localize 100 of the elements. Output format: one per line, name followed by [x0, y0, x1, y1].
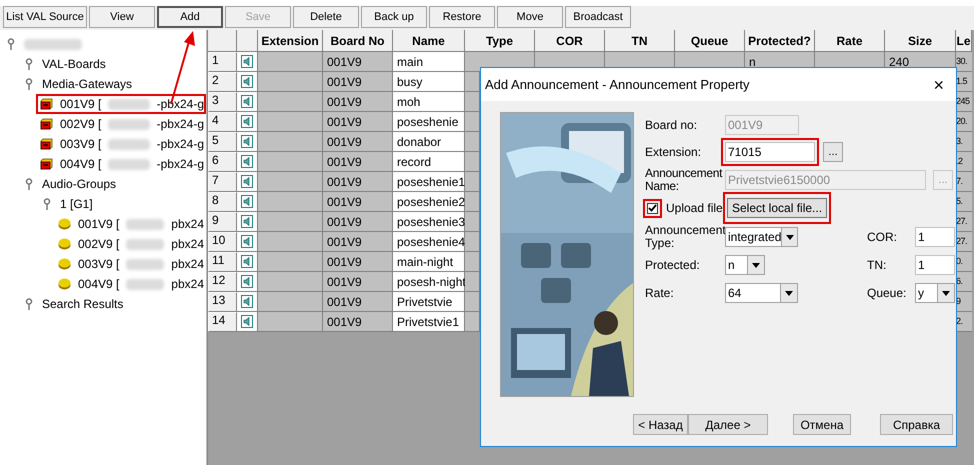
speaker-icon[interactable] [241, 115, 253, 128]
row-number[interactable]: 12 [208, 272, 237, 292]
dropdown[interactable]: y [915, 283, 955, 303]
disc-icon [58, 258, 71, 270]
speaker-icon[interactable] [241, 235, 253, 248]
row-number[interactable]: 7 [208, 172, 237, 192]
column-header[interactable]: Le [956, 30, 972, 52]
speaker-icon[interactable] [241, 215, 253, 228]
speaker-icon[interactable] [241, 315, 253, 328]
speaker-icon[interactable] [241, 75, 253, 88]
input-field[interactable]: 1 [915, 255, 955, 275]
tree-row[interactable]: 004V9 [ pbx24 [54, 274, 206, 294]
dropdown[interactable]: n [725, 255, 765, 275]
column-header[interactable]: TN [605, 30, 675, 52]
disc-icon [58, 238, 71, 250]
column-header[interactable]: Size [885, 30, 956, 52]
row-number[interactable]: 9 [208, 212, 237, 232]
tree-row[interactable]: 001V9 [ pbx24 [54, 214, 206, 234]
table-cell: 001V9 [323, 72, 393, 92]
tree-item-label: 002V9 [ [78, 236, 120, 253]
extension-field[interactable]: 71015 [725, 142, 815, 162]
tree-row[interactable]: Media-Gateways [18, 74, 206, 94]
table-cell: donabor [393, 132, 465, 152]
tree-row[interactable]: Audio-Groups [18, 174, 206, 194]
toolbar-button[interactable]: Add [157, 6, 223, 28]
browse-button[interactable]: ... [823, 142, 843, 162]
board-icon [40, 118, 53, 130]
toolbar-button[interactable]: View [89, 6, 155, 28]
tree-row[interactable]: 002V9 [ pbx24 [54, 234, 206, 254]
dropdown[interactable]: 64 [725, 283, 798, 303]
column-header[interactable]: Board No [323, 30, 393, 52]
speaker-icon[interactable] [241, 155, 253, 168]
toolbar-button[interactable]: Restore [429, 6, 495, 28]
table-cell: posesh-night [393, 272, 465, 292]
table-cell: record [393, 152, 465, 172]
table-cell: 001V9 [323, 112, 393, 132]
row-number[interactable]: 6 [208, 152, 237, 172]
select-file-button[interactable]: Select local file... [727, 198, 828, 218]
tree-row[interactable]: 001V9 [ -pbx24-g [36, 94, 206, 114]
tree-item-suffix: pbx24 [171, 276, 204, 293]
close-button[interactable]: × [929, 76, 948, 94]
table-cell [465, 252, 480, 272]
speaker-icon[interactable] [241, 195, 253, 208]
upload-checkbox[interactable] [647, 202, 658, 214]
table-cell [465, 232, 480, 252]
table-cell: .2 [956, 152, 972, 172]
column-header[interactable]: Extension [258, 30, 323, 52]
table-cell: busy [393, 72, 465, 92]
wizard-button[interactable]: Отмена [793, 414, 851, 435]
table-cell [465, 292, 480, 312]
speaker-icon[interactable] [241, 175, 253, 188]
column-header[interactable]: Protected? [745, 30, 815, 52]
dropdown[interactable]: integrated [725, 227, 798, 247]
wizard-button[interactable]: Справка [880, 414, 953, 435]
input-field[interactable]: 1 [915, 227, 955, 247]
caret-icon [785, 290, 793, 296]
toolbar-button[interactable]: Move [497, 6, 563, 28]
tree-row[interactable]: 002V9 [ -pbx24-g [36, 114, 206, 134]
tree-row[interactable]: 003V9 [ pbx24 [54, 254, 206, 274]
row-number[interactable]: 5 [208, 132, 237, 152]
pin-icon [24, 298, 32, 310]
column-header[interactable]: Type [465, 30, 535, 52]
disc-icon [58, 218, 71, 230]
toolbar-button[interactable]: Back up [361, 6, 427, 28]
speaker-icon[interactable] [241, 135, 253, 148]
table-cell: 001V9 [323, 312, 393, 332]
column-header[interactable]: COR [535, 30, 605, 52]
toolbar-button[interactable]: Broadcast [565, 6, 631, 28]
toolbar-button[interactable]: List VAL Source [3, 6, 87, 28]
row-number[interactable]: 1 [208, 52, 237, 72]
tree-row[interactable]: 004V9 [ -pbx24-g [36, 154, 206, 174]
row-number[interactable]: 10 [208, 232, 237, 252]
speaker-icon[interactable] [241, 255, 253, 268]
tree-item-suffix: pbx24 [171, 236, 204, 253]
speaker-icon[interactable] [241, 275, 253, 288]
speaker-icon[interactable] [241, 55, 253, 68]
table-cell [465, 152, 480, 172]
tree-row[interactable]: VAL-Boards [18, 54, 206, 74]
column-header[interactable]: Name [393, 30, 465, 52]
toolbar-button[interactable]: Delete [293, 6, 359, 28]
pin-icon [24, 78, 32, 90]
speaker-icon[interactable] [241, 95, 253, 108]
row-number[interactable]: 8 [208, 192, 237, 212]
row-number[interactable]: 13 [208, 292, 237, 312]
row-number[interactable]: 11 [208, 252, 237, 272]
table-cell: 001V9 [323, 272, 393, 292]
tree-row[interactable]: Search Results [18, 294, 206, 314]
tree-row[interactable]: 1 [G1] [36, 194, 206, 214]
row-number[interactable]: 2 [208, 72, 237, 92]
speaker-icon[interactable] [241, 295, 253, 308]
row-number[interactable]: 14 [208, 312, 237, 332]
board-icon [40, 98, 53, 110]
row-number[interactable]: 3 [208, 92, 237, 112]
wizard-button[interactable]: Далее > [688, 414, 768, 435]
redacted-text [126, 238, 164, 250]
column-header[interactable]: Rate [815, 30, 885, 52]
wizard-button[interactable]: < Назад [633, 414, 688, 435]
tree-row[interactable]: 003V9 [ -pbx24-g [36, 134, 206, 154]
row-number[interactable]: 4 [208, 112, 237, 132]
column-header[interactable]: Queue [675, 30, 745, 52]
